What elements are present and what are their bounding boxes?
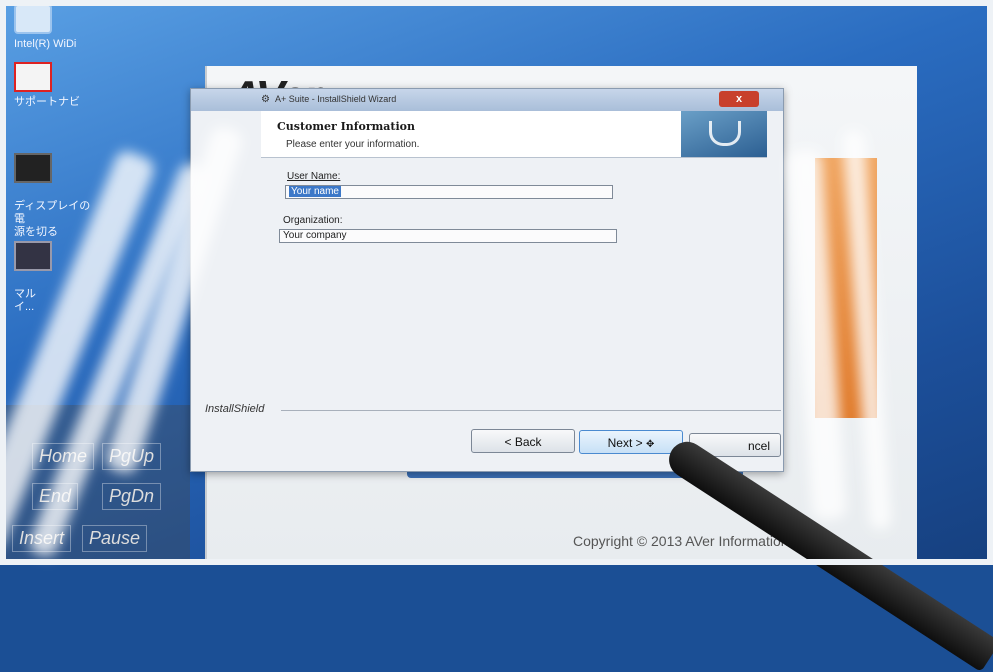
key-pgdn[interactable]: PgDn (102, 483, 162, 510)
desktop-icon-display-off[interactable]: ディスプレイの電 源を切る (14, 140, 100, 239)
installshield-dialog: ⚙ A+ Suite - InstallShield Wizard x Cust… (190, 88, 784, 472)
dialog-banner: Customer Information Please enter your i… (261, 111, 767, 158)
desktop-icon-label: マル イ... (14, 288, 36, 313)
installshield-brand: InstallShield (205, 403, 265, 415)
next-button[interactable]: Next > ✥ (579, 430, 683, 454)
dialog-titlebar[interactable]: ⚙ A+ Suite - InstallShield Wizard x (191, 89, 783, 111)
desktop-icon-label: Intel(R) WiDi (14, 38, 77, 50)
user-name-label: User Name: (287, 171, 341, 182)
desktop-icon-label: サポートナビ (14, 96, 80, 108)
intel-widi-icon (14, 4, 52, 34)
desktop-icon-intel-widi[interactable]: Intel(R) WiDi (14, 4, 100, 51)
banner-title: Customer Information (277, 120, 415, 133)
organization-value: Your company (283, 230, 347, 241)
close-icon: x (735, 93, 743, 105)
banner-graphic (681, 111, 767, 157)
user-name-value: Your name (289, 186, 341, 197)
organization-label: Organization: (283, 215, 343, 226)
display-off-icon (14, 153, 52, 183)
organization-field[interactable]: Your company (279, 229, 617, 243)
media-icon (14, 241, 52, 271)
setup-icon: ⚙ (261, 94, 270, 105)
desktop-icon-support-navi[interactable]: サポートナビ (14, 62, 100, 109)
installshield-swirl-icon (709, 121, 741, 146)
close-button[interactable]: x (719, 91, 759, 107)
key-pause[interactable]: Pause (82, 525, 148, 552)
banner-subtitle: Please enter your information. (286, 139, 420, 150)
dialog-title: A+ Suite - InstallShield Wizard (275, 94, 397, 104)
cursor-icon: ✥ (645, 439, 655, 450)
user-name-field[interactable]: Your name (285, 185, 613, 199)
support-navi-icon (14, 62, 52, 92)
next-button-label: Next > (607, 436, 643, 450)
back-button[interactable]: < Back (471, 429, 575, 453)
divider (281, 410, 781, 411)
